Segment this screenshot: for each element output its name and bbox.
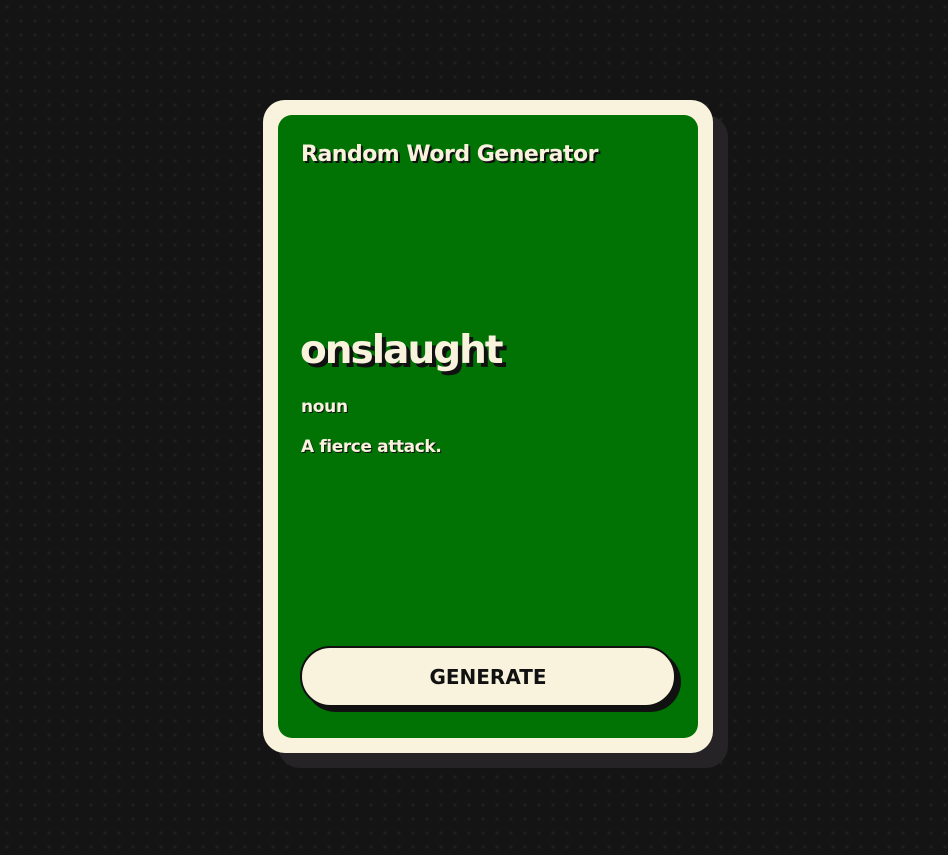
word-card: Random Word Generator onslaught noun A f…: [263, 100, 713, 753]
generate-button[interactable]: GENERATE: [300, 646, 676, 707]
word-card-panel: Random Word Generator onslaught noun A f…: [278, 115, 698, 738]
part-of-speech: noun: [301, 397, 348, 417]
app-title: Random Word Generator: [301, 142, 598, 167]
word-definition: A fierce attack.: [301, 437, 442, 457]
generated-word: onslaught: [300, 328, 504, 373]
